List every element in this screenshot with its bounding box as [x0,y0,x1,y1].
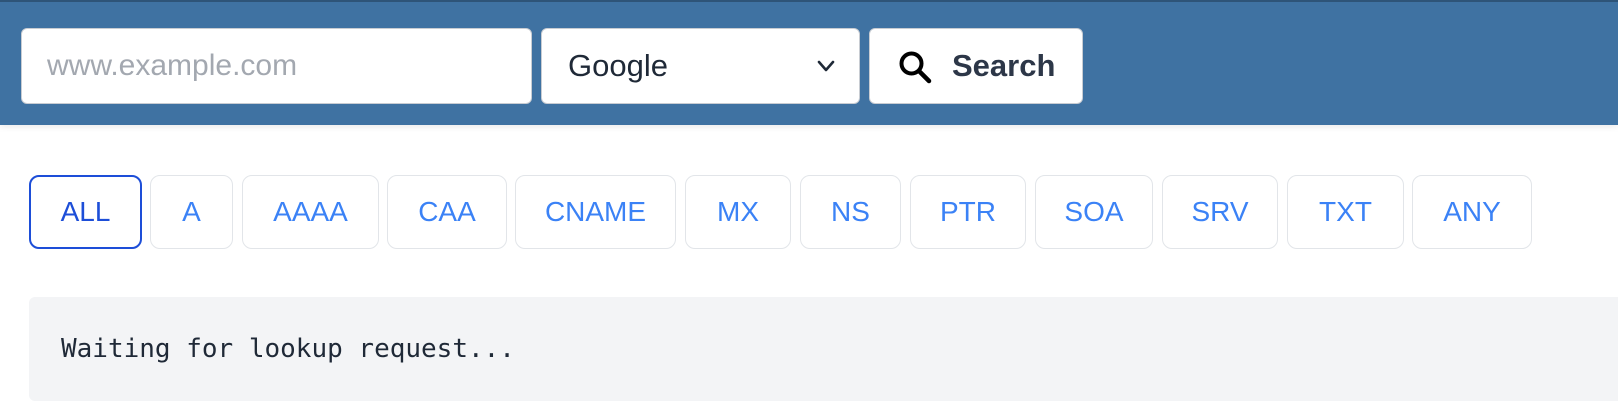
tab-a[interactable]: A [150,175,233,249]
tab-ns[interactable]: NS [800,175,901,249]
result-status-text: Waiting for lookup request... [61,334,515,364]
tab-any[interactable]: ANY [1412,175,1532,249]
resolver-selected-value: Google [568,48,668,83]
resolver-select[interactable]: Google [541,28,860,104]
tab-all[interactable]: ALL [29,175,142,249]
tab-ptr[interactable]: PTR [910,175,1026,249]
tab-txt[interactable]: TXT [1287,175,1404,249]
top-bar: Google Search [0,0,1618,125]
chevron-down-icon [817,60,835,72]
tab-aaaa[interactable]: AAAA [242,175,379,249]
result-output: Waiting for lookup request... [29,297,1618,401]
search-icon [899,51,932,84]
tab-mx[interactable]: MX [685,175,791,249]
search-button[interactable]: Search [869,28,1083,104]
tab-caa[interactable]: CAA [387,175,507,249]
tab-cname[interactable]: CNAME [515,175,676,249]
tab-soa[interactable]: SOA [1035,175,1153,249]
domain-input[interactable] [21,28,532,104]
tab-srv[interactable]: SRV [1162,175,1278,249]
search-button-label: Search [952,48,1056,83]
